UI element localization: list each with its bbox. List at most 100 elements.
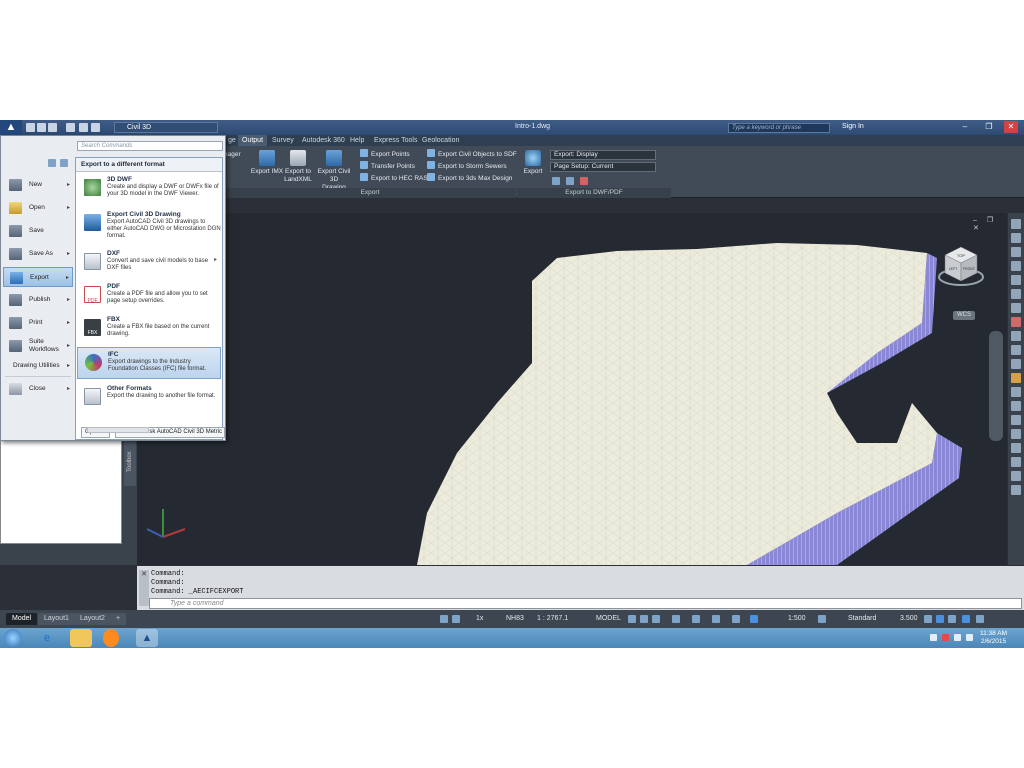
menu-horizontal-scrollbar[interactable] xyxy=(87,427,149,433)
tool-icon[interactable] xyxy=(1011,359,1021,369)
tab-layout1[interactable]: Layout1 xyxy=(38,613,75,625)
scale-status[interactable]: 1x xyxy=(476,615,483,622)
network-icon[interactable] xyxy=(954,634,961,641)
settings-icon[interactable] xyxy=(818,615,826,623)
page-setup-dropdown[interactable]: Page Setup: Current xyxy=(550,162,656,172)
tab-geolocation[interactable]: Geolocation xyxy=(418,135,463,146)
tab-output[interactable]: Output xyxy=(238,135,268,146)
tool-icon[interactable] xyxy=(1011,261,1021,271)
tool-icon[interactable] xyxy=(1011,275,1021,285)
action-center-icon[interactable] xyxy=(942,634,949,641)
file-explorer-icon[interactable] xyxy=(70,629,92,647)
civil3d-taskbar-icon[interactable]: ▲ xyxy=(136,629,158,647)
annotation-icon[interactable] xyxy=(750,615,758,623)
export-dxf-item[interactable]: DXF Convert and save civil models to base… xyxy=(77,247,221,279)
ratio-status[interactable]: 1 : 2767.1 xyxy=(537,615,568,622)
menu-item-suite-workflows[interactable]: Suite Workflows ▸ xyxy=(3,336,73,356)
tool-icon[interactable] xyxy=(1011,429,1021,439)
export-points-button[interactable]: Export Points xyxy=(360,149,410,161)
navigation-bar[interactable] xyxy=(989,331,1003,441)
menu-item-export[interactable]: Export ▸ xyxy=(3,267,73,287)
clock[interactable]: 11:38 AM 2/6/2015 xyxy=(980,630,1007,646)
export-sdf-button[interactable]: Export Civil Objects to SDF xyxy=(427,149,517,161)
tool-icon[interactable] xyxy=(1011,387,1021,397)
media-player-icon[interactable] xyxy=(103,629,119,647)
volume-icon[interactable] xyxy=(966,634,973,641)
ortho-icon[interactable] xyxy=(652,615,660,623)
tool-icon[interactable] xyxy=(1011,247,1021,257)
isolate-icon[interactable] xyxy=(924,615,932,623)
tool-icon[interactable] xyxy=(1011,233,1021,243)
tab-model[interactable]: Model xyxy=(6,613,38,625)
export-storm-sewers-button[interactable]: Export to Storm Sewers xyxy=(427,161,507,173)
pdf-export-icon[interactable] xyxy=(580,177,588,185)
tool-icon[interactable] xyxy=(1011,289,1021,299)
close-icon[interactable]: ✕ xyxy=(1004,121,1018,133)
model-space-status[interactable]: MODEL xyxy=(596,615,621,622)
tool-palette[interactable] xyxy=(0,434,122,544)
tool-icon[interactable] xyxy=(1011,401,1021,411)
annotation-scale-status[interactable]: 1:500 xyxy=(788,615,806,622)
print-icon[interactable] xyxy=(66,123,75,132)
tool-icon[interactable] xyxy=(1011,303,1021,313)
sign-in-button[interactable]: Sign In xyxy=(842,123,864,130)
preview-icon[interactable] xyxy=(552,177,560,185)
export-display-dropdown[interactable]: Export: Display xyxy=(550,150,656,160)
add-layout-button[interactable]: + xyxy=(110,613,127,625)
command-input[interactable]: Type a command xyxy=(149,598,1022,609)
command-line-close-icon[interactable]: ✕ xyxy=(139,570,149,606)
menu-item-new[interactable]: New ▸ xyxy=(3,175,73,195)
undo-icon[interactable] xyxy=(79,123,88,132)
export-imx-button[interactable]: Export IMX xyxy=(249,150,285,176)
transfer-points-button[interactable]: Transfer Points xyxy=(360,161,415,173)
recent-documents-icons[interactable] xyxy=(48,158,72,168)
workspace-style-status[interactable]: Standard xyxy=(848,615,876,622)
menu-item-close[interactable]: Close ▸ xyxy=(3,379,73,399)
save-icon[interactable] xyxy=(48,123,57,132)
export-3d-dwf-item[interactable]: 3D DWF Create and display a DWF or DWFx f… xyxy=(77,173,221,205)
osnap-icon[interactable] xyxy=(692,615,700,623)
search-commands-input[interactable]: Search Commands xyxy=(77,141,223,151)
menu-icon[interactable] xyxy=(976,615,984,623)
minimize-icon[interactable]: – xyxy=(958,121,972,133)
export-civil3d-drawing-button[interactable]: Export Civil 3D Drawing xyxy=(314,150,354,192)
tool-icon[interactable] xyxy=(1011,415,1021,425)
redo-icon[interactable] xyxy=(91,123,100,132)
new-icon[interactable] xyxy=(26,123,35,132)
tab-help[interactable]: Help xyxy=(346,135,368,146)
menu-item-drawing-utilities[interactable]: Drawing Utilities ▸ xyxy=(3,359,73,373)
open-icon[interactable] xyxy=(37,123,46,132)
elevation-status[interactable]: 3.500 xyxy=(900,615,918,622)
export-ifc-item[interactable]: IFC Export drawings to the Industry Found… xyxy=(77,347,221,379)
menu-item-print[interactable]: Print ▸ xyxy=(3,313,73,333)
export-other-formats-item[interactable]: Other Formats Export the drawing to anoth… xyxy=(77,382,221,414)
tab-autodesk-360[interactable]: Autodesk 360 xyxy=(298,135,349,146)
grid-icon[interactable] xyxy=(640,615,648,623)
customize-icon[interactable] xyxy=(962,615,970,623)
otrack-icon[interactable] xyxy=(712,615,720,623)
export-dwf-button[interactable]: Export xyxy=(520,150,546,176)
menu-item-publish[interactable]: Publish ▸ xyxy=(3,290,73,310)
tray-arrow-icon[interactable] xyxy=(930,634,937,641)
workspace-dropdown[interactable]: Civil 3D xyxy=(114,122,218,133)
clean-screen-icon[interactable] xyxy=(948,615,956,623)
keyword-search-input[interactable]: Type a keyword or phrase xyxy=(728,123,830,133)
tool-icon[interactable] xyxy=(1011,331,1021,341)
grid-status-icon[interactable] xyxy=(452,615,460,623)
menu-item-save-as[interactable]: Save As ▸ xyxy=(3,244,73,264)
menu-item-open[interactable]: Open ▸ xyxy=(3,198,73,218)
page-setup-icon[interactable] xyxy=(566,177,574,185)
tab-express-tools[interactable]: Express Tools xyxy=(370,135,421,146)
wcs-menu[interactable]: WCS xyxy=(953,311,975,320)
tab-layout2[interactable]: Layout2 xyxy=(74,613,111,625)
export-fbx-item[interactable]: FBX FBX Create a FBX file based on the cu… xyxy=(77,313,221,345)
restore-icon[interactable]: ❐ xyxy=(982,121,996,133)
export-pdf-item[interactable]: PDF PDF Create a PDF file and allow you t… xyxy=(77,280,221,312)
tool-icon[interactable] xyxy=(1011,219,1021,229)
coordinate-system-status[interactable]: NH83 xyxy=(506,615,524,622)
recent-icon[interactable] xyxy=(48,159,56,167)
hardware-icon[interactable] xyxy=(936,615,944,623)
open-docs-icon[interactable] xyxy=(60,159,68,167)
internet-explorer-icon[interactable]: e xyxy=(36,629,58,647)
tool-icon[interactable] xyxy=(1011,485,1021,495)
